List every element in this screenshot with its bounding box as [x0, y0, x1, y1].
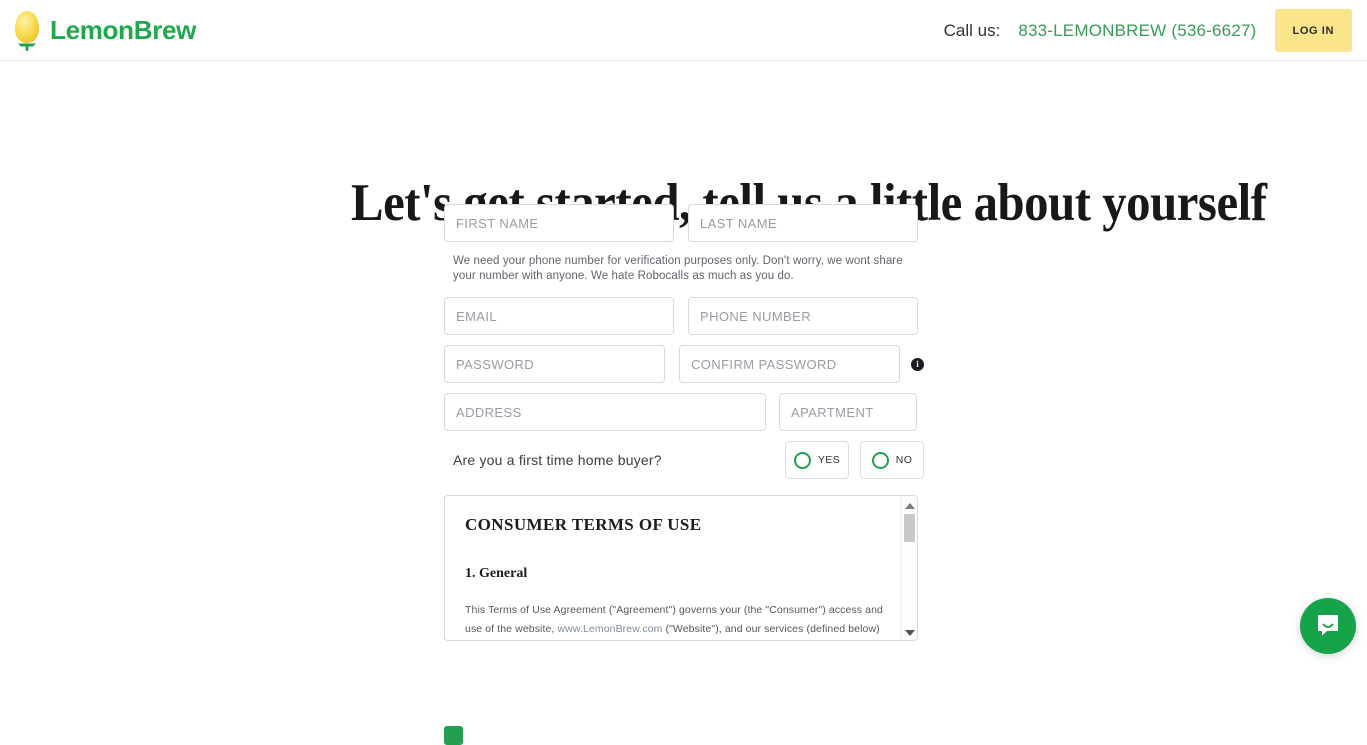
terms-heading: CONSUMER TERMS OF USE — [465, 515, 702, 534]
phone-number-link[interactable]: 833-LEMONBREW (536-6627) — [1018, 21, 1256, 41]
info-icon[interactable]: i — [911, 357, 924, 371]
signup-form: We need your phone number for verificati… — [444, 204, 924, 641]
chat-launcher-button[interactable] — [1300, 598, 1356, 654]
radio-circle-icon — [871, 451, 889, 469]
lemon-icon — [12, 8, 42, 52]
first-time-buyer-question: Are you a first time home buyer? — [453, 452, 662, 468]
brand-logo[interactable]: LemonBrew — [12, 8, 196, 52]
terms-content: CONSUMER TERMS OF USE 1. General This Te… — [445, 496, 917, 639]
radio-no-label: NO — [895, 454, 913, 466]
log-in-button[interactable]: LOG IN — [1274, 9, 1352, 52]
radio-no[interactable]: NO — [860, 441, 924, 479]
phone-helper-text: We need your phone number for verificati… — [453, 255, 903, 282]
terms-section-heading: 1. General — [465, 566, 528, 581]
header-actions: Call us: 833-LEMONBREW (536-6627) LOG IN — [944, 0, 1352, 61]
password-row: i — [444, 345, 924, 383]
scrollbar-thumb[interactable] — [904, 514, 915, 542]
chat-bubble-icon — [1314, 611, 1342, 642]
radio-yes-label: YES — [817, 454, 841, 466]
terms-paragraph: This Terms of Use Agreement ("Agreement"… — [465, 601, 887, 639]
brand-name: LemonBrew — [50, 14, 197, 45]
scroll-down-icon[interactable] — [901, 625, 917, 640]
password-input[interactable] — [444, 345, 665, 383]
terms-paragraph-line2-prefix: use of the website, — [465, 623, 558, 635]
radio-circle-icon — [793, 451, 811, 469]
contact-row — [444, 297, 924, 335]
field-spacer — [674, 204, 688, 242]
site-header: LemonBrew Call us: 833-LEMONBREW (536-66… — [0, 0, 1367, 61]
address-row — [444, 393, 924, 431]
terms-paragraph-line2-suffix: ("Website"), and our services (defined b… — [662, 623, 880, 635]
terms-of-use-box[interactable]: CONSUMER TERMS OF USE 1. General This Te… — [444, 495, 918, 641]
first-time-buyer-row: Are you a first time home buyer? YES NO — [444, 441, 924, 479]
lemonbrew-website-link[interactable]: www.LemonBrew.com — [557, 623, 662, 635]
field-spacer — [766, 393, 779, 431]
confirm-password-input[interactable] — [679, 345, 900, 383]
terms-scrollbar[interactable] — [900, 496, 917, 640]
name-row — [444, 204, 924, 242]
phone-number-input[interactable] — [688, 297, 918, 335]
first-name-input[interactable] — [444, 204, 674, 242]
address-input[interactable] — [444, 393, 766, 431]
first-time-buyer-options: YES NO — [785, 441, 924, 479]
scroll-up-icon[interactable] — [901, 498, 917, 513]
terms-paragraph-line1: This Terms of Use Agreement ("Agreement"… — [465, 604, 883, 616]
call-us-label: Call us: — [943, 20, 1001, 40]
last-name-input[interactable] — [688, 204, 918, 242]
radio-yes[interactable]: YES — [785, 441, 849, 479]
email-input[interactable] — [444, 297, 674, 335]
apartment-input[interactable] — [779, 393, 917, 431]
field-spacer — [674, 297, 688, 335]
terms-consent-checkbox[interactable] — [444, 726, 463, 745]
